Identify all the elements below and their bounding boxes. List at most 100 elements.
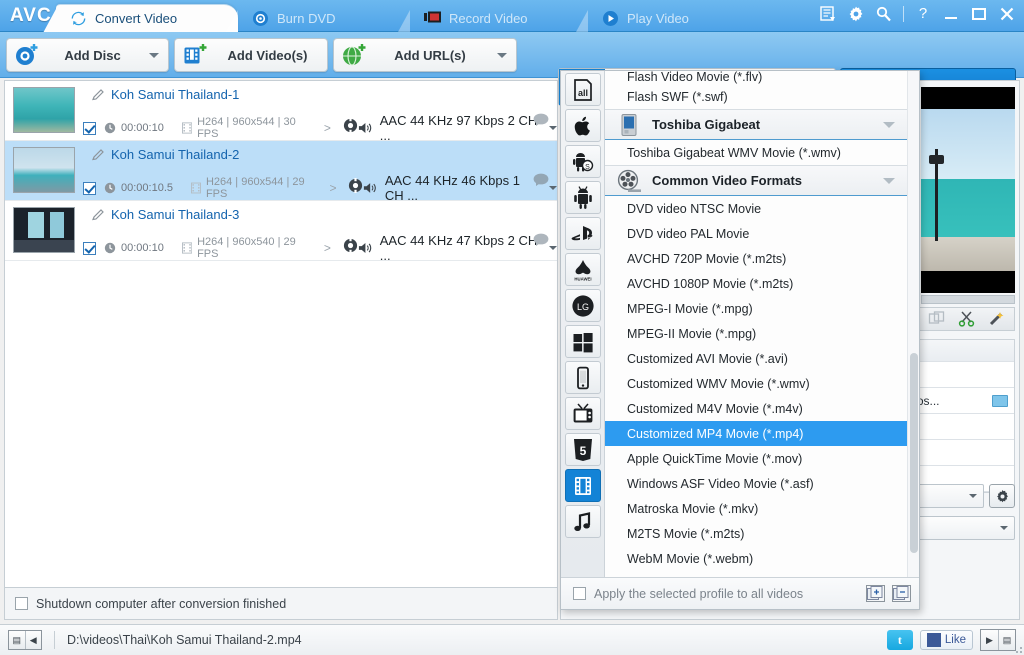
scissors-icon[interactable] [958,311,976,327]
profile-settings-button[interactable] [989,484,1015,508]
add-disc-button[interactable]: Add Disc [6,38,169,72]
windows-icon[interactable] [565,325,601,358]
format-option[interactable]: Apple QuickTime Movie (*.mov) [605,446,907,471]
video-title-label: Koh Samui Thailand-1 [111,87,239,102]
format-option[interactable]: Flash Video Movie (*.flv) [605,71,907,84]
shutdown-checkbox[interactable] [15,597,28,610]
edit-pencil-icon[interactable] [91,208,105,222]
format-option-list[interactable]: Flash Video Movie (*.flv) Flash SWF (*.s… [605,71,907,577]
format-option[interactable]: AVCHD 720P Movie (*.m2ts) [605,246,907,271]
video-checkbox[interactable] [83,122,96,135]
video-settings-icon[interactable] [343,118,358,138]
expand-arrow-icon[interactable]: > [324,241,331,255]
huawei-icon[interactable]: HUAWEI [565,253,601,286]
format-option[interactable]: Matroska Movie (*.mkv) [605,496,907,521]
format-option[interactable]: Toshiba Gigabeat WMV Movie (*.wmv) [605,140,907,165]
music-icon[interactable] [565,505,601,538]
format-option[interactable]: Customized WMV Movie (*.wmv) [605,371,907,396]
scrollbar-thumb[interactable] [910,353,918,553]
edit-pencil-icon[interactable] [91,148,105,162]
tab-play-video[interactable]: Play Video [588,4,760,32]
audio-selector[interactable]: AAC 44 KHz 97 Kbps 2 CH ... [358,113,557,143]
list-view-icon[interactable] [819,5,837,23]
chevron-down-icon[interactable] [497,53,507,58]
audio-selector[interactable]: AAC 44 KHz 47 Kbps 2 CH ... [358,233,557,263]
chevron-down-icon[interactable] [883,122,895,128]
android-store-icon[interactable]: S [565,145,601,178]
copy-icon[interactable] [928,311,946,327]
list-icon[interactable]: ▤ [9,631,25,649]
preview-scrollbar[interactable] [921,295,1015,304]
tab-convert-video[interactable]: Convert Video [56,4,238,32]
expand-arrow-icon[interactable]: > [324,121,331,135]
statusbar-end-buttons[interactable]: ▶ ▤ [980,629,1016,651]
format-option[interactable]: M2TS Movie (*.m2ts) [605,521,907,546]
facebook-like-label: Like [945,634,966,646]
tv-icon[interactable] [565,397,601,430]
tab-record-video[interactable]: Record Video [410,4,588,32]
apply-all-checkbox[interactable] [573,587,586,600]
video-settings-icon[interactable] [343,238,358,258]
shutdown-option[interactable]: Shutdown computer after conversion finis… [4,588,558,620]
video-checkbox[interactable] [83,182,96,195]
video-list-item[interactable]: Koh Samui Thailand-1 00:00:10 [5,81,557,141]
video-title[interactable]: Koh Samui Thailand-3 [91,207,239,222]
audio-selector[interactable]: AAC 44 KHz 46 Kbps 1 CH ... [363,173,557,203]
comment-icon[interactable] [533,233,549,246]
add-videos-button[interactable]: Add Video(s) [174,38,328,72]
minimize-icon[interactable] [942,5,960,23]
video-preview[interactable] [921,87,1015,293]
video-list-item[interactable]: Koh Samui Thailand-2 00:00:10.5 [5,141,557,201]
add-profile-icon[interactable] [866,585,885,602]
remove-profile-icon[interactable] [892,585,911,602]
video-title[interactable]: Koh Samui Thailand-2 [91,147,239,162]
format-option[interactable]: Customized AVI Movie (*.avi) [605,346,907,371]
film-icon[interactable] [565,469,601,502]
format-option[interactable]: DVD video PAL Movie [605,221,907,246]
comment-icon[interactable] [533,113,549,126]
play-arrow-icon[interactable]: ▶ [981,630,998,650]
comment-icon[interactable] [533,173,549,186]
folder-icon[interactable] [992,395,1008,407]
facebook-like-button[interactable]: f Like [920,630,973,650]
video-title[interactable]: Koh Samui Thailand-1 [91,87,239,102]
format-option[interactable]: WebM Movie (*.webm) [605,546,907,571]
format-option[interactable]: AVCHD 1080P Movie (*.m2ts) [605,271,907,296]
gear-icon[interactable] [847,5,865,23]
video-checkbox[interactable] [83,242,96,255]
edit-pencil-icon[interactable] [91,88,105,102]
format-group-header[interactable]: Common Video Formats [605,165,907,196]
format-option[interactable]: Windows ASF Video Movie (*.asf) [605,471,907,496]
statusbar-view-toggle[interactable]: ▤ ◀ [8,630,42,650]
playstation-icon[interactable] [565,217,601,250]
video-list-item[interactable]: Koh Samui Thailand-3 00:00:10 [5,201,557,261]
search-icon[interactable] [875,5,893,23]
format-option[interactable]: MPEG-I Movie (*.mpg) [605,296,907,321]
collapse-arrow-icon[interactable]: ◀ [25,631,42,649]
format-group-header[interactable]: Toshiba Gigabeat [605,109,907,140]
add-urls-button[interactable]: Add URL(s) [333,38,517,72]
format-option[interactable]: Flash SWF (*.swf) [605,84,907,109]
dropdown-scrollbar[interactable] [907,71,919,577]
video-settings-icon[interactable] [348,178,363,198]
html5-icon[interactable]: 5 [565,433,601,466]
format-option[interactable]: DVD video NTSC Movie [605,196,907,221]
help-icon[interactable]: ? [914,5,932,23]
format-option[interactable]: MPEG-II Movie (*.mpg) [605,321,907,346]
resize-grip[interactable] [1012,643,1022,653]
format-option[interactable]: Customized M4V Movie (*.m4v) [605,396,907,421]
format-option-selected[interactable]: Customized MP4 Movie (*.mp4) [605,421,907,446]
tab-burn-dvd[interactable]: Burn DVD [238,4,410,32]
close-icon[interactable] [998,5,1016,23]
apple-icon[interactable] [565,109,601,142]
chevron-down-icon[interactable] [883,178,895,184]
twitter-icon[interactable]: t [887,630,913,650]
maximize-icon[interactable] [970,5,988,23]
phone-icon[interactable] [565,361,601,394]
magic-wand-icon[interactable] [988,311,1006,327]
expand-arrow-icon[interactable]: > [329,181,336,195]
chevron-down-icon[interactable] [149,53,159,58]
lg-icon[interactable]: LG [565,289,601,322]
all-formats-icon[interactable]: all [565,73,601,106]
android-icon[interactable] [565,181,601,214]
